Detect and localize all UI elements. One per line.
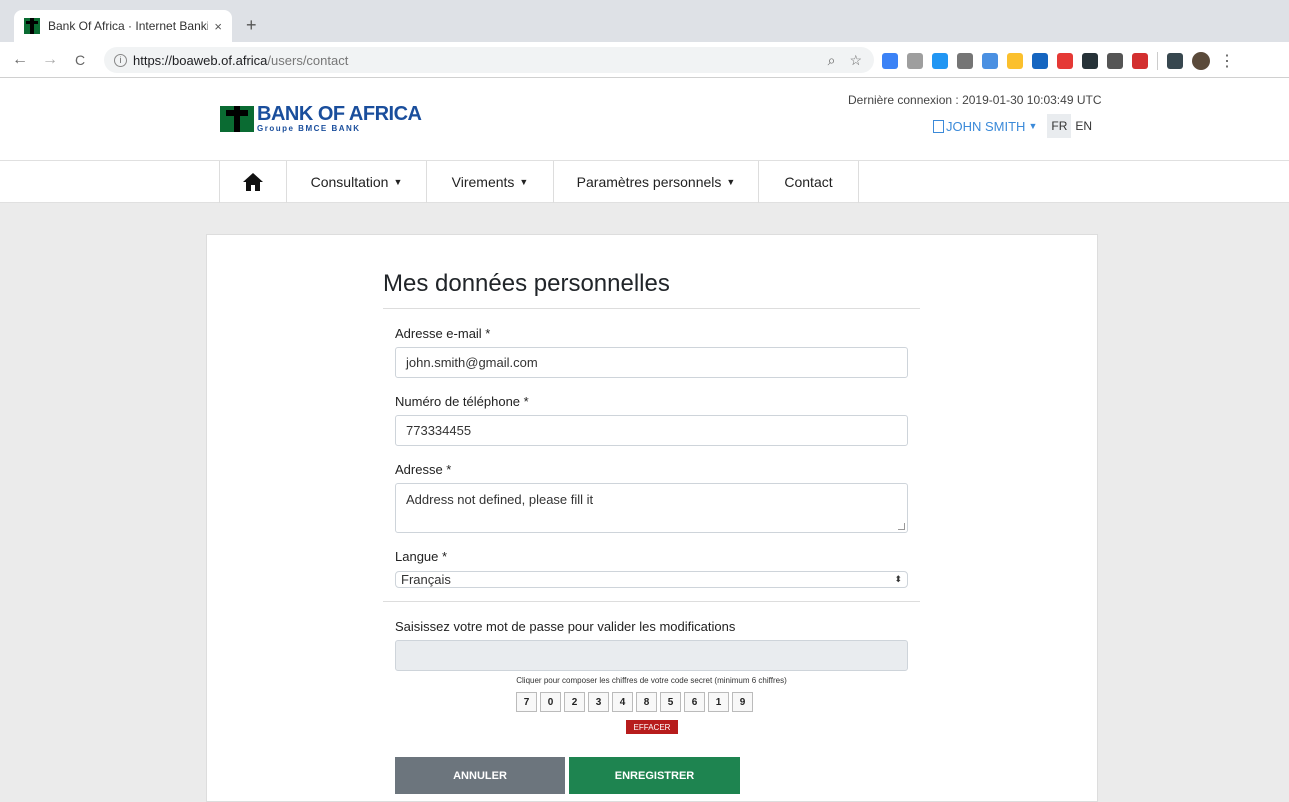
nav-contact-label: Contact xyxy=(784,174,833,190)
keypad-key[interactable]: 8 xyxy=(636,692,657,712)
pin-hint-text: Cliquer pour composer les chiffres de vo… xyxy=(516,676,787,685)
page-title: Mes données personnelles xyxy=(383,270,670,297)
browser-toolbar: ← → C i https://boaweb.of.africa/users/c… xyxy=(0,42,1289,78)
nav-contact[interactable]: Contact xyxy=(759,161,859,203)
language-fr-button[interactable]: FR xyxy=(1047,114,1072,138)
address-label: Adresse * xyxy=(395,462,452,477)
user-icon xyxy=(933,119,944,133)
caret-down-icon: ▼ xyxy=(393,177,403,187)
extensions-toolbar: ⋮ xyxy=(882,51,1235,71)
tab-close-icon[interactable]: × xyxy=(214,19,222,34)
keypad-key[interactable]: 4 xyxy=(612,692,633,712)
forward-button[interactable]: → xyxy=(38,51,62,69)
reload-button[interactable]: C xyxy=(68,52,92,68)
keypad-key[interactable]: 2 xyxy=(564,692,585,712)
extension-icon[interactable] xyxy=(882,53,898,69)
phone-label: Numéro de téléphone * xyxy=(395,394,529,409)
address-bar[interactable]: i https://boaweb.of.africa/users/contact… xyxy=(104,47,874,73)
address-value: Address not defined, please fill it xyxy=(406,492,594,507)
main-navbar: Consultation ▼ Virements ▼ Paramètres pers… xyxy=(0,160,1289,203)
nav-virements[interactable]: Virements ▼ xyxy=(427,161,554,203)
nav-consultation[interactable]: Consultation ▼ xyxy=(287,161,427,203)
tab-title: Bank Of Africa · Internet Bankir xyxy=(48,19,209,33)
extension-icon[interactable] xyxy=(907,53,923,69)
language-label: Langue * xyxy=(395,549,448,564)
zoom-icon[interactable]: ⌕ xyxy=(828,52,836,69)
password-field[interactable] xyxy=(395,640,908,671)
brand-subtitle: Groupe BMCE BANK xyxy=(257,124,361,133)
brand-name: BANK OF AFRICA xyxy=(257,103,422,125)
language-select[interactable]: Français ⬍ xyxy=(395,571,908,588)
extension-icon[interactable] xyxy=(982,53,998,69)
browser-menu-icon[interactable]: ⋮ xyxy=(1219,51,1235,71)
divider xyxy=(383,601,920,602)
clear-button[interactable]: EFFACER xyxy=(626,720,678,734)
url-host: https://boaweb.of.africa xyxy=(133,52,268,68)
language-en-button[interactable]: EN xyxy=(1071,114,1096,138)
extension-icon[interactable] xyxy=(957,53,973,69)
extension-icon[interactable] xyxy=(1167,53,1183,69)
save-button[interactable]: ENREGISTRER xyxy=(569,757,740,794)
language-selected-value: Français xyxy=(401,572,451,587)
chevron-down-icon[interactable]: ▼ xyxy=(1028,121,1037,131)
extension-icon[interactable] xyxy=(932,53,948,69)
extension-icon[interactable] xyxy=(1057,53,1073,69)
resize-handle-icon[interactable] xyxy=(898,523,905,530)
caret-down-icon: ▼ xyxy=(726,177,736,187)
site-header: BANK OF AFRICA Groupe BMCE BANK Dernière… xyxy=(0,78,1289,161)
keypad-key[interactable]: 7 xyxy=(516,692,537,712)
email-label: Adresse e-mail * xyxy=(395,326,491,341)
keypad-key[interactable]: 5 xyxy=(660,692,681,712)
nav-parametres-label: Paramètres personnels xyxy=(576,174,722,190)
secret-code-keypad: 7023485619 xyxy=(516,692,753,712)
new-tab-button[interactable]: + xyxy=(246,15,257,36)
profile-avatar-icon[interactable] xyxy=(1192,52,1210,70)
select-arrows-icon: ⬍ xyxy=(894,574,902,584)
email-field[interactable]: john.smith@gmail.com xyxy=(395,347,908,378)
nav-parametres[interactable]: Paramètres personnels ▼ xyxy=(554,161,759,203)
extension-icon[interactable] xyxy=(1007,53,1023,69)
extension-icon[interactable] xyxy=(1082,53,1098,69)
nav-consultation-label: Consultation xyxy=(310,174,389,190)
site-info-icon[interactable]: i xyxy=(114,53,127,67)
caret-down-icon: ▼ xyxy=(519,177,529,187)
divider xyxy=(383,308,920,309)
nav-virements-label: Virements xyxy=(451,174,515,190)
bank-favicon-icon xyxy=(24,18,40,34)
keypad-key[interactable]: 0 xyxy=(540,692,561,712)
browser-tab-bar: Bank Of Africa · Internet Bankir × + xyxy=(0,0,1289,42)
home-icon xyxy=(243,173,263,191)
cancel-button[interactable]: ANNULER xyxy=(395,757,565,794)
url-path: /users/contact xyxy=(267,52,349,68)
bookmark-star-icon[interactable]: ☆ xyxy=(849,52,862,69)
user-menu: JOHN SMITH ▼ FR EN xyxy=(933,114,1096,138)
back-button[interactable]: ← xyxy=(8,51,32,69)
browser-tab[interactable]: Bank Of Africa · Internet Bankir × xyxy=(14,10,232,42)
address-textarea[interactable]: Address not defined, please fill it xyxy=(395,483,908,533)
keypad-key[interactable]: 6 xyxy=(684,692,705,712)
extension-icon[interactable] xyxy=(1032,53,1048,69)
last-login-text: Dernière connexion : 2019-01-30 10:03:49… xyxy=(848,93,1102,107)
nav-home[interactable] xyxy=(219,161,287,203)
keypad-key[interactable]: 9 xyxy=(732,692,753,712)
user-name-dropdown[interactable]: JOHN SMITH xyxy=(946,119,1025,134)
keypad-key[interactable]: 1 xyxy=(708,692,729,712)
bank-logo[interactable]: BANK OF AFRICA Groupe BMCE BANK xyxy=(220,103,422,133)
bank-logo-mark-icon xyxy=(220,105,254,132)
extension-icon[interactable] xyxy=(1132,53,1148,69)
phone-field[interactable]: 773334455 xyxy=(395,415,908,446)
extension-icon[interactable] xyxy=(1107,53,1123,69)
keypad-key[interactable]: 3 xyxy=(588,692,609,712)
password-label: Saisissez votre mot de passe pour valide… xyxy=(395,619,736,634)
toolbar-separator xyxy=(1157,52,1158,70)
